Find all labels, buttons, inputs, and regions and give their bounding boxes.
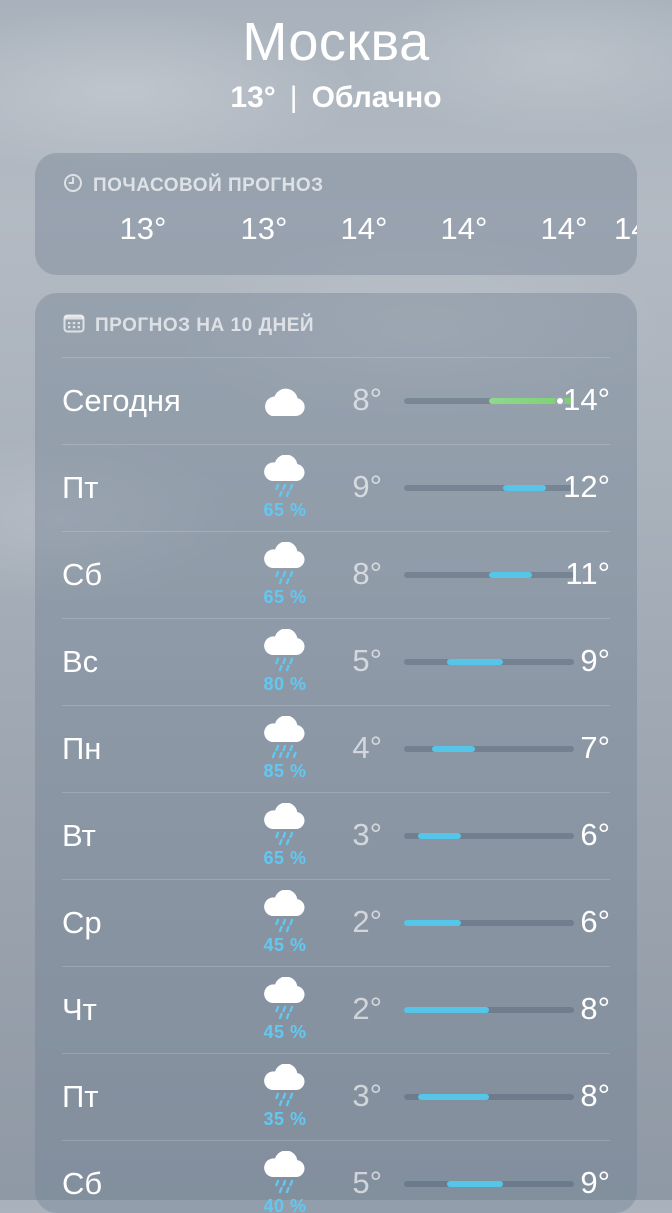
temperature-range-bar (489, 572, 532, 578)
high-temperature: 9° (580, 643, 610, 678)
clock-icon (63, 173, 83, 199)
high-temperature: 8° (580, 1078, 610, 1113)
hourly-temp: 13° (119, 211, 167, 246)
low-temperature: 2° (352, 991, 382, 1026)
temperature-range-bar (418, 1094, 489, 1100)
low-temperature: 8° (352, 556, 382, 591)
forecast-day: Чт (62, 992, 97, 1027)
forecast-day: Ср (62, 905, 102, 940)
low-temperature: 4° (352, 730, 382, 765)
high-temperature: 12° (563, 469, 610, 504)
temperature-range-bar (404, 1007, 489, 1013)
high-temperature: 11° (565, 556, 610, 591)
high-temperature: 14° (563, 382, 610, 417)
forecast-day: Сб (62, 557, 103, 592)
calendar-icon (63, 313, 85, 339)
current-condition: Облачно (311, 81, 442, 114)
hourly-temp: 14 (614, 211, 637, 246)
ten-day-forecast-title: ПРОГНОЗ НА 10 ДНЕЙ (95, 314, 315, 336)
city-name: Москва (242, 12, 430, 72)
hourly-temp: 13° (240, 211, 288, 246)
forecast-row[interactable]: Вс 80 % 5° 9° (62, 618, 610, 705)
forecast-day: Сб (62, 1166, 103, 1201)
forecast-day: Пт (62, 470, 99, 505)
temperature-range-bar (432, 746, 475, 752)
forecast-day: Пт (62, 1079, 99, 1114)
high-temperature: 6° (580, 904, 610, 939)
low-temperature: 3° (352, 1078, 382, 1113)
hourly-forecast-header: ПОЧАСОВОЙ ПРОГНОЗ (35, 153, 637, 199)
low-temperature: 9° (352, 469, 382, 504)
forecast-row[interactable]: Пн 85 % 4° 7° (62, 705, 610, 792)
temperature-range-bar (446, 1181, 504, 1187)
low-temperature: 5° (352, 643, 382, 678)
current-conditions: 13° | Облачно (0, 78, 672, 118)
low-temperature: 3° (352, 817, 382, 852)
forecast-row[interactable]: Сб 65 % 8° 11° (62, 531, 610, 618)
forecast-row[interactable]: Вт 65 % 3° 6° (62, 792, 610, 879)
forecast-day: Пн (62, 731, 102, 766)
location-header: Москва 13° | Облачно (0, 10, 672, 118)
hourly-forecast-card[interactable]: ПОЧАСОВОЙ ПРОГНОЗ 13° 13° 14° 14° 14° 14 (35, 153, 637, 275)
conditions-separator: | (289, 81, 298, 114)
high-temperature: 6° (580, 817, 610, 852)
forecast-row[interactable]: Чт 45 % 2° 8° (62, 966, 610, 1053)
forecast-row[interactable]: Сегодня 8° 14° (62, 357, 610, 444)
forecast-day: Сегодня (62, 383, 181, 418)
forecast-rows: Сегодня 8° 14° Пт 65 % 9° 12° Сб 65 % 8° 11° Вс 80 %… (62, 357, 610, 1213)
forecast-row[interactable]: Пт 65 % 9° 12° (62, 444, 610, 531)
ten-day-forecast-header: ПРОГНОЗ НА 10 ДНЕЙ (35, 293, 637, 337)
temperature-range-bar (418, 833, 461, 839)
high-temperature: 7° (580, 730, 610, 765)
low-temperature: 2° (352, 904, 382, 939)
hourly-temp: 14° (440, 211, 488, 246)
temperature-range-bar (446, 659, 504, 665)
forecast-day: Вс (62, 644, 99, 679)
high-temperature: 8° (580, 991, 610, 1026)
current-temperature: 13° (230, 81, 276, 114)
hourly-forecast-title: ПОЧАСОВОЙ ПРОГНОЗ (93, 175, 324, 196)
low-temperature: 5° (352, 1165, 382, 1200)
hourly-temps-strip[interactable]: 13° 13° 14° 14° 14° 14 (35, 211, 637, 261)
forecast-row[interactable]: Сб 40 % 5° 9° (62, 1140, 610, 1213)
hourly-temp: 14° (540, 211, 588, 246)
low-temperature: 8° (352, 382, 382, 417)
forecast-row[interactable]: Пт 35 % 3° 8° (62, 1053, 610, 1140)
hourly-temp: 14° (340, 211, 388, 246)
high-temperature: 9° (580, 1165, 610, 1200)
forecast-row[interactable]: Ср 45 % 2° 6° (62, 879, 610, 966)
ten-day-forecast-card: ПРОГНОЗ НА 10 ДНЕЙ Сегодня 8° 14° Пт 65 % 9° 1… (35, 293, 637, 1213)
forecast-day: Вт (62, 818, 96, 853)
temperature-range-bar (404, 920, 461, 926)
